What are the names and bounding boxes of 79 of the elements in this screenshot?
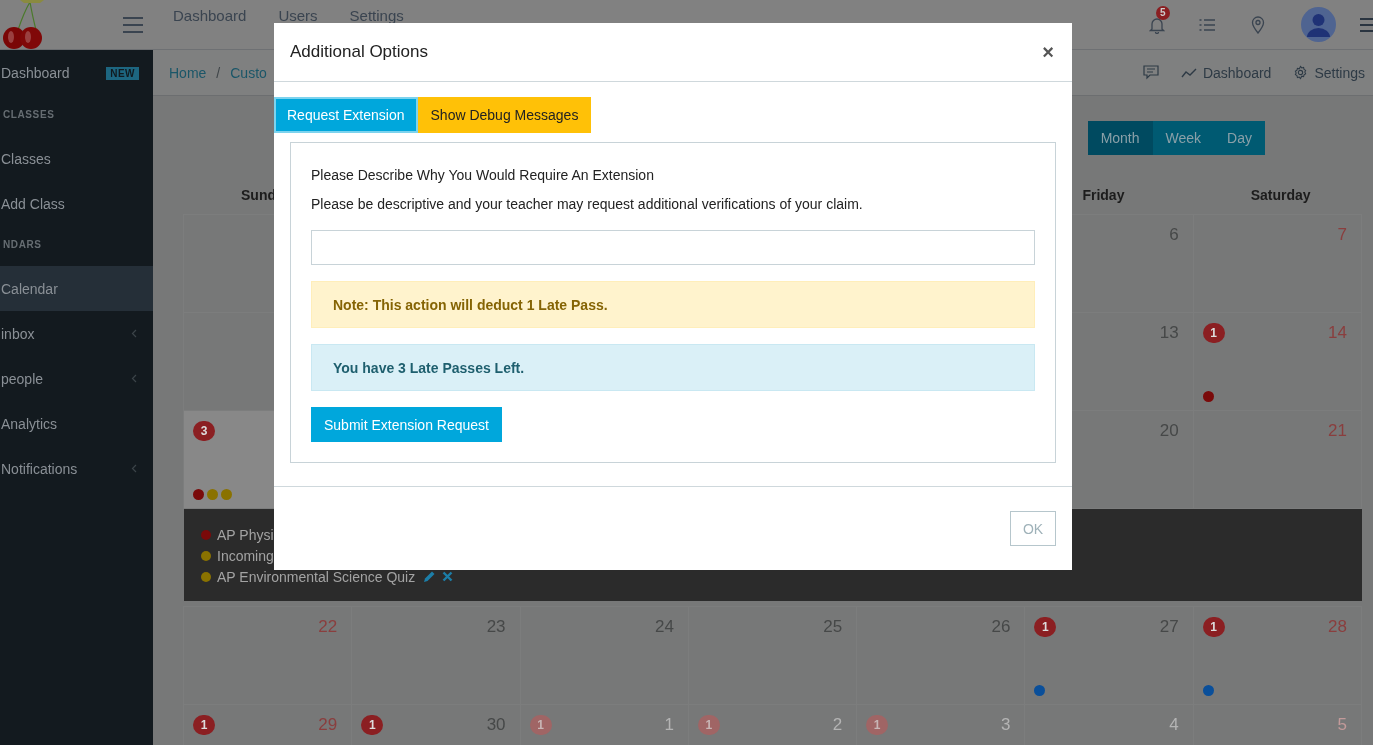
- day-number: 1: [664, 715, 674, 735]
- event-count-badge: 3: [193, 421, 215, 441]
- sidebar-item-label: people: [1, 370, 45, 387]
- event-count-badge: 1: [1202, 323, 1225, 343]
- event-title[interactable]: AP Physi: [217, 526, 274, 543]
- alert-message: You have 3 Late Passes Left.: [311, 344, 1035, 391]
- day-number: 14: [1328, 323, 1347, 343]
- weekday-header: Saturday: [1250, 187, 1311, 203]
- event-count-badge: 1: [1034, 617, 1057, 637]
- sidebar-heading: NDARS: [2, 238, 43, 252]
- settings-icon: [1293, 65, 1309, 80]
- close-button[interactable]: ×: [1040, 40, 1056, 64]
- sidebar-heading: CLASSES: [2, 108, 56, 122]
- day-number: 3: [1000, 715, 1011, 735]
- toolbar-link[interactable]: Settings: [1293, 64, 1365, 81]
- day-number: 2: [832, 715, 843, 735]
- sidebar-item[interactable]: Notifications: [0, 446, 153, 491]
- nav-link[interactable]: Settings: [349, 8, 404, 23]
- menu-icon[interactable]: [1360, 16, 1373, 33]
- day-cell[interactable]: 22: [183, 606, 353, 705]
- sidebar-item[interactable]: people: [0, 356, 153, 401]
- chat-icon[interactable]: [1142, 65, 1159, 80]
- nav-link[interactable]: Users: [278, 8, 318, 23]
- event-count-badge: 1: [529, 715, 552, 735]
- event-count-badge: 1: [193, 715, 215, 735]
- list-icon[interactable]: [1199, 17, 1215, 32]
- notification-badge: 5: [1156, 5, 1170, 20]
- day-number: 7: [1337, 225, 1347, 245]
- ok-button[interactable]: OK: [1010, 511, 1056, 546]
- nav-link[interactable]: Dashboard: [173, 8, 247, 23]
- tab[interactable]: Request Extension: [274, 97, 418, 133]
- day-number: 22: [318, 617, 338, 637]
- event-title[interactable]: Incoming: [217, 547, 274, 564]
- bell-icon[interactable]: [1149, 15, 1165, 34]
- sidebar-item[interactable]: Calendar: [0, 266, 153, 311]
- sidebar-item-label: Classes: [1, 150, 52, 167]
- sidebar-item-label: Calendar: [1, 280, 59, 297]
- sidebar-item[interactable]: Add Class: [0, 181, 153, 226]
- delete-icon[interactable]: [442, 571, 454, 582]
- day-number: 29: [318, 715, 338, 735]
- location-pin-icon[interactable]: [1251, 15, 1265, 34]
- prompt-text: Please Describe Why You Would Require An Extension: [311, 167, 655, 184]
- toolbar-link[interactable]: Dashboard: [1180, 64, 1272, 81]
- view-tab[interactable]: Month: [1087, 121, 1153, 155]
- breadcrumb-link[interactable]: Custo: [230, 64, 267, 81]
- sidebar-item[interactable]: Classes: [0, 136, 153, 181]
- sidebar-item-label: Notifications: [1, 460, 79, 477]
- modal-title: Additional Options: [290, 42, 428, 62]
- day-number: 4: [1169, 715, 1179, 735]
- day-cell[interactable]: 21: [1192, 410, 1362, 509]
- sidebar-item-label: Dashboard: [1, 65, 71, 81]
- sidebar-item[interactable]: Dashboard NEW: [0, 50, 153, 96]
- sidebar-item-label: Analytics: [1, 415, 59, 432]
- day-number: 21: [1328, 421, 1347, 441]
- event-title[interactable]: AP Environmental Science Quiz: [217, 568, 416, 585]
- day-cell[interactable]: 1 28: [1192, 606, 1362, 705]
- breadcrumb-separator: /: [216, 64, 221, 81]
- event-count-badge: 1: [361, 715, 384, 735]
- avatar-icon[interactable]: [1301, 7, 1336, 42]
- day-number: 28: [1328, 617, 1347, 637]
- menu-icon[interactable]: [123, 16, 143, 33]
- sidebar-item-label: inbox: [1, 325, 36, 342]
- input-field[interactable]: [311, 230, 1035, 265]
- weekday-header: Friday: [1082, 187, 1125, 203]
- alert-message: Note: This action will deduct 1 Late Pass.: [311, 281, 1035, 328]
- tab[interactable]: Show Debug Messages: [417, 97, 592, 133]
- event-count-badge: 1: [1202, 617, 1225, 637]
- sidebar-item-label: Add Class: [1, 195, 66, 212]
- day-number: 5: [1337, 715, 1347, 735]
- breadcrumb-link[interactable]: Home: [169, 64, 207, 81]
- trend-line-icon: [1180, 67, 1197, 78]
- hint-text: Please be descriptive and your teacher may request additional verifications of your claim.: [311, 196, 864, 213]
- event-count-badge: 1: [866, 715, 889, 735]
- sidebar-item[interactable]: Analytics: [0, 401, 153, 446]
- new-badge: NEW: [106, 66, 139, 80]
- sidebar-item[interactable]: inbox: [0, 311, 153, 356]
- event-count-badge: 1: [697, 715, 720, 735]
- submit-button[interactable]: Submit Extension Request: [311, 407, 502, 442]
- day-cell[interactable]: 7: [1192, 214, 1362, 313]
